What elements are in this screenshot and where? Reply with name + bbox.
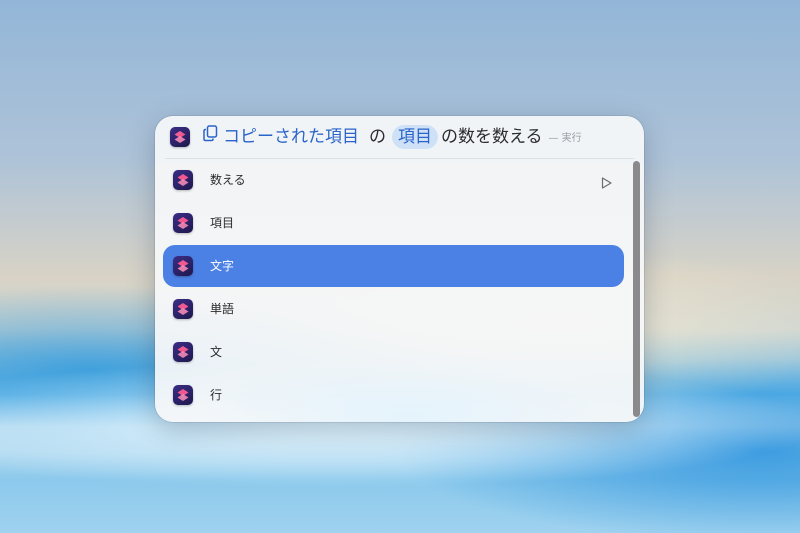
source-token[interactable]: コピーされた項目 (203, 125, 359, 149)
shortcuts-icon (173, 213, 193, 233)
suggestion-label: 数える (210, 173, 246, 187)
clipboard-icon (203, 125, 218, 149)
shortcuts-icon (173, 342, 193, 362)
spotlight-panel: コピーされた項目 の 項目 の数を数える — 実行 数える 項目 文字 単語 文… (155, 116, 644, 422)
source-token-label: コピーされた項目 (223, 127, 359, 147)
suggestion-item-count[interactable]: 数える (163, 159, 624, 201)
query-text[interactable]: コピーされた項目 の 項目 の数を数える — 実行 (203, 125, 582, 149)
suggestion-label: 行 (210, 388, 223, 402)
play-icon[interactable] (601, 174, 612, 193)
suggestion-item-items[interactable]: 項目 (163, 202, 624, 244)
shortcuts-icon (173, 299, 193, 319)
shortcuts-icon (173, 170, 193, 190)
scrollbar[interactable] (633, 161, 640, 417)
suggestion-label: 単語 (210, 302, 235, 316)
suggestion-item-words[interactable]: 単語 (163, 288, 624, 330)
query-bar[interactable]: コピーされた項目 の 項目 の数を数える — 実行 (155, 116, 644, 158)
shortcuts-icon (173, 385, 193, 405)
action-text: の数を数える (441, 127, 543, 147)
shortcuts-icon (173, 256, 193, 276)
suggestion-label: 文字 (210, 259, 235, 273)
suggestion-item-sentences[interactable]: 文 (163, 331, 624, 373)
suggestion-item-lines[interactable]: 行 (163, 374, 624, 416)
suggestion-label: 文 (210, 345, 223, 359)
suggestion-label: 項目 (210, 216, 235, 230)
shortcuts-icon (170, 127, 190, 147)
suggestion-item-characters[interactable]: 文字 (163, 245, 624, 287)
query-connector: の (369, 127, 386, 147)
run-hint: — 実行 (548, 133, 582, 144)
parameter-token[interactable]: 項目 (392, 125, 438, 149)
